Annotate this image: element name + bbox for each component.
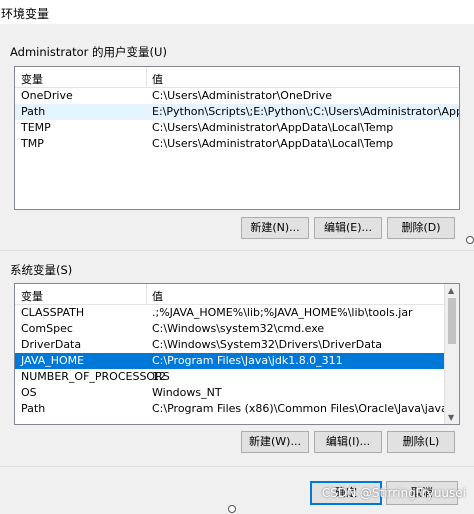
table-row[interactable]: Path E:\Python\Scripts\;E:\Python\;C:\Us… bbox=[15, 104, 459, 120]
column-header-value[interactable]: 值 bbox=[152, 288, 163, 304]
system-variables-list[interactable]: 变量 值 CLASSPATH .;%JAVA_HOME%\lib;%JAVA_H… bbox=[14, 283, 460, 425]
vertical-scrollbar[interactable]: ▲ ▼ bbox=[444, 284, 459, 424]
variable-value: C:\Windows\system32\cmd.exe bbox=[152, 322, 325, 335]
scroll-down-icon[interactable]: ▼ bbox=[448, 413, 454, 422]
variable-name: NUMBER_OF_PROCESSORS bbox=[21, 370, 170, 383]
system-new-button[interactable]: 新建(W)... bbox=[241, 431, 309, 453]
variable-value: 12 bbox=[152, 370, 166, 383]
user-edit-button[interactable]: 编辑(E)... bbox=[314, 217, 382, 239]
title-bar: 环境变量 bbox=[0, 0, 474, 24]
variable-value: C:\Users\Administrator\AppData\Local\Tem… bbox=[152, 137, 394, 150]
column-header-value[interactable]: 值 bbox=[152, 71, 163, 87]
resize-handle[interactable] bbox=[228, 505, 236, 513]
column-divider[interactable] bbox=[146, 284, 147, 304]
variable-name: ComSpec bbox=[21, 322, 73, 335]
column-header-variable[interactable]: 变量 bbox=[21, 71, 43, 87]
variable-name: Path bbox=[21, 105, 46, 118]
system-edit-button[interactable]: 编辑(I)... bbox=[314, 431, 382, 453]
list-header: 变量 值 bbox=[15, 67, 459, 88]
variable-value: C:\Users\Administrator\OneDrive bbox=[152, 89, 333, 102]
user-new-button[interactable]: 新建(N)... bbox=[241, 217, 309, 239]
variable-value: Windows_NT bbox=[152, 386, 222, 399]
user-variables-label: Administrator 的用户变量(U) bbox=[10, 45, 167, 59]
system-variables-label: 系统变量(S) bbox=[10, 263, 73, 277]
group-divider bbox=[0, 250, 474, 251]
scroll-up-icon[interactable]: ▲ bbox=[448, 286, 454, 295]
variable-name: DriverData bbox=[21, 338, 82, 351]
environment-variables-dialog: Administrator 的用户变量(U) 变量 值 OneDrive C:\… bbox=[0, 24, 474, 514]
variable-name: OS bbox=[21, 386, 37, 399]
column-divider[interactable] bbox=[146, 67, 147, 87]
variable-name: OneDrive bbox=[21, 89, 73, 102]
list-header: 变量 值 bbox=[15, 284, 459, 305]
variable-name: TMP bbox=[21, 137, 44, 150]
table-row[interactable]: Path C:\Program Files (x86)\Common Files… bbox=[15, 401, 459, 417]
table-row[interactable]: TEMP C:\Users\Administrator\AppData\Loca… bbox=[15, 120, 459, 136]
scrollbar-thumb[interactable] bbox=[448, 298, 456, 344]
table-row[interactable]: ComSpec C:\Windows\system32\cmd.exe bbox=[15, 321, 459, 337]
user-variables-list[interactable]: 变量 值 OneDrive C:\Users\Administrator\One… bbox=[14, 66, 460, 210]
variable-value: C:\Windows\System32\Drivers\DriverData bbox=[152, 338, 383, 351]
variable-value: C:\Users\Administrator\AppData\Local\Tem… bbox=[152, 121, 394, 134]
variable-name: CLASSPATH bbox=[21, 306, 85, 319]
table-row[interactable]: OS Windows_NT bbox=[15, 385, 459, 401]
system-delete-button[interactable]: 删除(L) bbox=[387, 431, 455, 453]
table-row-selected[interactable]: JAVA_HOME C:\Program Files\Java\jdk1.8.0… bbox=[15, 353, 459, 369]
column-header-variable[interactable]: 变量 bbox=[21, 288, 43, 304]
table-row[interactable]: CLASSPATH .;%JAVA_HOME%\lib;%JAVA_HOME%\… bbox=[15, 305, 459, 321]
variable-value: C:\Program Files (x86)\Common Files\Orac… bbox=[152, 402, 460, 415]
window-title: 环境变量 bbox=[1, 7, 50, 21]
variable-name: Path bbox=[21, 402, 46, 415]
table-row[interactable]: OneDrive C:\Users\Administrator\OneDrive bbox=[15, 88, 459, 104]
table-row[interactable]: DriverData C:\Windows\System32\Drivers\D… bbox=[15, 337, 459, 353]
resize-handle[interactable] bbox=[466, 236, 474, 244]
variable-name: JAVA_HOME bbox=[21, 354, 85, 367]
variable-name: TEMP bbox=[21, 121, 51, 134]
table-row[interactable]: TMP C:\Users\Administrator\AppData\Local… bbox=[15, 136, 459, 152]
user-delete-button[interactable]: 删除(D) bbox=[387, 217, 455, 239]
variable-value: .;%JAVA_HOME%\lib;%JAVA_HOME%\lib\tools.… bbox=[152, 306, 413, 319]
table-row[interactable]: NUMBER_OF_PROCESSORS 12 bbox=[15, 369, 459, 385]
footer-divider bbox=[0, 466, 474, 467]
variable-value: C:\Program Files\Java\jdk1.8.0_311 bbox=[152, 354, 343, 367]
variable-value: E:\Python\Scripts\;E:\Python\;C:\Users\A… bbox=[152, 105, 459, 118]
watermark-text: CSDN @StirringFryuusei bbox=[321, 486, 466, 500]
